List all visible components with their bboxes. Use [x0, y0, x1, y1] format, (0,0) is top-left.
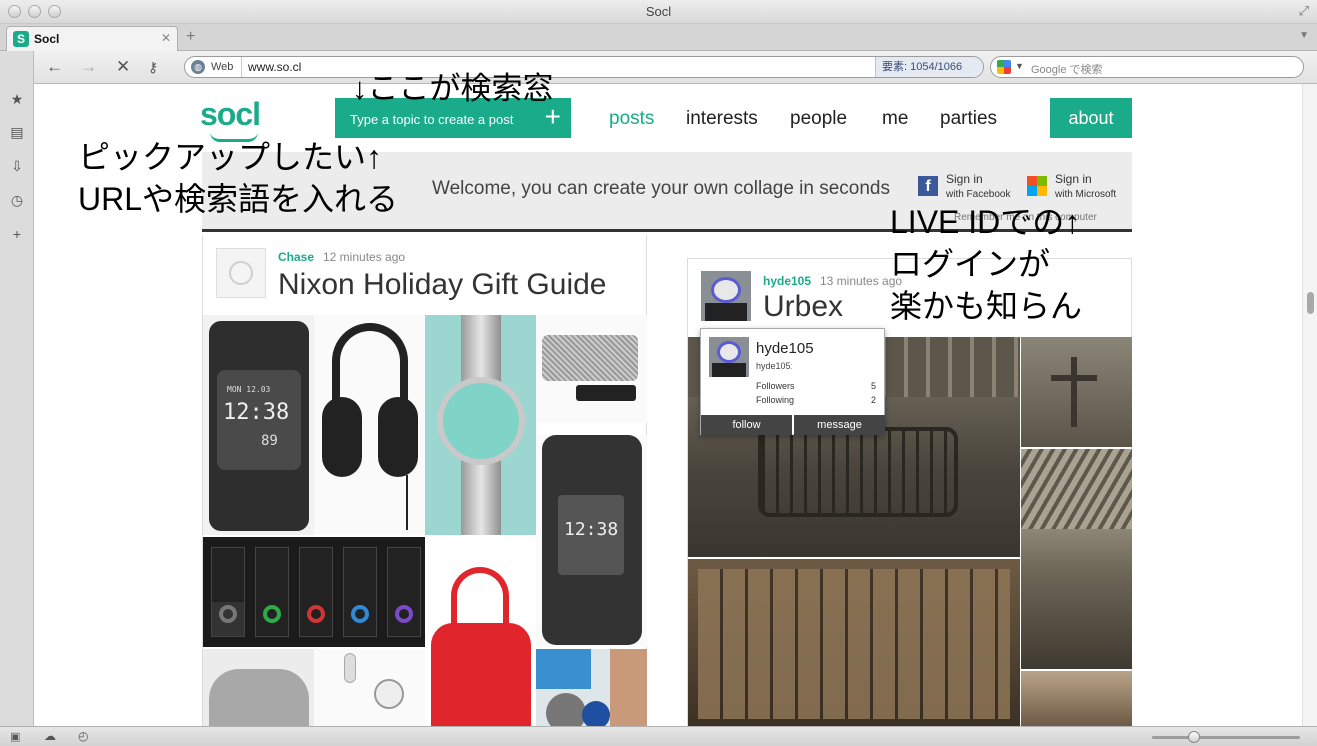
- collage-tile-sport-photos[interactable]: [536, 649, 647, 726]
- chevron-down-icon[interactable]: ▼: [1015, 61, 1024, 71]
- panel-toggle-icon[interactable]: ▣: [10, 730, 20, 743]
- collage-tile-black-watch[interactable]: 12:38: [536, 435, 647, 647]
- collage-tile-cardigan[interactable]: [203, 649, 314, 726]
- collage-tile-red-bag[interactable]: [425, 537, 536, 726]
- speed-dial-icon[interactable]: ◴: [78, 729, 88, 743]
- about-button[interactable]: about: [1050, 98, 1132, 138]
- status-bar: ▣ ☁ ◴: [0, 726, 1317, 746]
- address-url[interactable]: www.so.cl: [248, 60, 301, 74]
- nav-me[interactable]: me: [882, 108, 908, 130]
- add-panel-icon[interactable]: +: [9, 226, 25, 242]
- socl-favicon-icon: S: [13, 31, 29, 47]
- history-icon[interactable]: ◷: [9, 192, 25, 208]
- followers-label: Followers: [756, 381, 795, 391]
- collage-tile-archive-drawers[interactable]: [688, 559, 1020, 726]
- scrollbar-thumb[interactable]: [1307, 292, 1314, 314]
- following-label: Following: [756, 395, 795, 405]
- new-tab-icon[interactable]: +: [186, 28, 195, 46]
- stop-icon[interactable]: ✕: [116, 57, 130, 77]
- post-card-nixon[interactable]: Chase 12 minutes ago Nixon Holiday Gift …: [202, 235, 647, 726]
- microsoft-icon[interactable]: [1027, 176, 1047, 196]
- post-author[interactable]: hyde105: [763, 274, 811, 288]
- tab-bar: S Socl ✕ + ▼: [0, 24, 1317, 51]
- facebook-sign-in-sub[interactable]: with Facebook: [946, 189, 1010, 200]
- followers-count: 5: [870, 381, 876, 391]
- downloads-icon[interactable]: ⇩: [9, 158, 25, 174]
- browser-sidebar: ★ ▤ ⇩ ◷ +: [0, 51, 34, 726]
- browser-toolbar: ← → ✕ ⚷ ◍ Web www.so.cl 要素: 1054/1066 ▼ …: [34, 51, 1317, 84]
- welcome-text: Welcome, you can create your own collage…: [432, 178, 891, 199]
- zoom-slider[interactable]: [1152, 736, 1300, 739]
- post-author[interactable]: Chase: [278, 250, 314, 264]
- forward-arrow-icon[interactable]: →: [80, 57, 97, 77]
- collage-tile-chapel[interactable]: [1021, 671, 1132, 726]
- annotation-pickup-line1: ピックアップしたい↑: [78, 139, 383, 175]
- microsoft-sign-in-sub[interactable]: with Microsoft: [1055, 189, 1116, 200]
- avatar[interactable]: [701, 271, 751, 321]
- annotation-search-note: ↓ここが検索窓: [352, 71, 554, 106]
- collage-tile-watch[interactable]: MON 12.03 12:38 89: [203, 315, 314, 535]
- facebook-sign-in-link[interactable]: Sign in: [946, 172, 983, 186]
- key-icon[interactable]: ⚷: [148, 59, 158, 76]
- collage-tile-speaker[interactable]: [536, 315, 647, 423]
- facebook-icon[interactable]: f: [918, 176, 938, 196]
- collage-tile-steel-watch[interactable]: [425, 315, 536, 535]
- post-title[interactable]: Nixon Holiday Gift Guide: [278, 268, 606, 302]
- window-titlebar: Socl ⤢: [0, 0, 1317, 24]
- tab-label: Socl: [34, 32, 60, 46]
- globe-icon: ◍: [191, 60, 205, 74]
- address-web-label: Web: [211, 61, 234, 73]
- tab-menu-chevron-icon[interactable]: ▼: [1299, 30, 1309, 41]
- star-icon[interactable]: ★: [9, 91, 25, 107]
- collage-tile-headphones[interactable]: [314, 315, 425, 535]
- fullscreen-icon[interactable]: ⤢: [1299, 3, 1309, 19]
- socl-logo[interactable]: socl: [200, 96, 261, 133]
- collage-tile-cross-room[interactable]: [1021, 337, 1132, 447]
- collage-tile-factory-hall[interactable]: [1021, 449, 1132, 669]
- message-button[interactable]: message: [794, 415, 885, 435]
- hovercard-handle: hyde105ː: [756, 361, 794, 371]
- nav-people[interactable]: people: [790, 108, 847, 130]
- avatar[interactable]: [709, 337, 749, 377]
- hovercard-username[interactable]: hyde105: [756, 340, 814, 357]
- search-placeholder: Google で検索: [1031, 64, 1103, 76]
- smiley-icon: [229, 261, 253, 285]
- nav-interests[interactable]: interests: [686, 108, 758, 130]
- window-title: Socl: [645, 4, 672, 19]
- create-post-placeholder: Type a topic to create a post: [350, 112, 514, 127]
- nav-parties[interactable]: parties: [940, 108, 997, 130]
- post-title[interactable]: Urbex: [763, 290, 843, 324]
- plus-icon[interactable]: +: [545, 103, 561, 131]
- zoom-slider-handle[interactable]: [1188, 731, 1200, 743]
- annotation-live-line1: LIVE IDでの↑: [890, 204, 1081, 240]
- notes-icon[interactable]: ▤: [9, 124, 25, 140]
- tab-close-icon[interactable]: ✕: [161, 31, 171, 45]
- back-arrow-icon[interactable]: ←: [46, 57, 63, 77]
- page-scrollbar[interactable]: [1302, 84, 1317, 726]
- following-count: 2: [870, 395, 876, 405]
- address-bar[interactable]: ◍ Web www.so.cl 要素: 1054/1066: [184, 56, 984, 78]
- annotation-pickup-line2: URLや検索語を入れる: [78, 181, 399, 217]
- cloud-icon[interactable]: ☁: [44, 729, 56, 743]
- tab-socl[interactable]: S Socl ✕: [6, 26, 178, 51]
- nav-posts[interactable]: posts: [609, 108, 654, 130]
- collage-tile-color-watches[interactable]: [203, 537, 425, 647]
- follow-button[interactable]: follow: [701, 415, 793, 435]
- element-count-badge: 要素: 1054/1066: [875, 57, 983, 77]
- collage-tile-earbuds[interactable]: [314, 649, 425, 726]
- annotation-live-line3: 楽かも知らん: [890, 288, 1083, 324]
- post-timestamp: 12 minutes ago: [323, 250, 406, 264]
- search-input[interactable]: ▼ Google で検索: [990, 56, 1304, 78]
- google-icon: [997, 60, 1011, 74]
- annotation-live-line2: ログインが: [890, 246, 1051, 282]
- avatar[interactable]: [216, 248, 266, 298]
- microsoft-sign-in-link[interactable]: Sign in: [1055, 172, 1092, 186]
- user-hover-card: hyde105 hyde105ː Followers 5 Following 2…: [700, 328, 885, 435]
